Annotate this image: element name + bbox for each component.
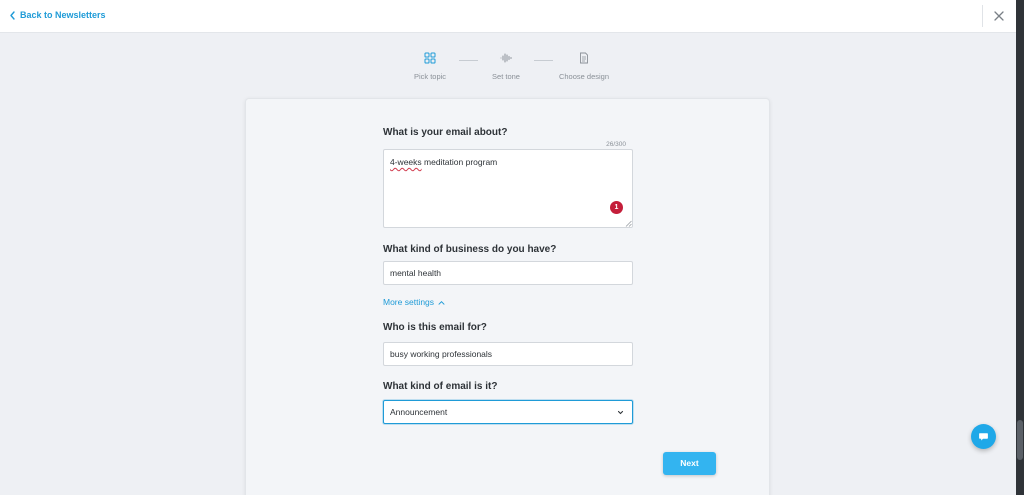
chevron-down-icon: [617, 410, 624, 415]
step-label: Choose design: [558, 72, 610, 81]
more-settings-toggle[interactable]: More settings: [383, 297, 445, 307]
audience-input[interactable]: busy working professionals: [383, 342, 633, 366]
grammar-badge[interactable]: 1: [610, 201, 623, 214]
more-settings-label: More settings: [383, 297, 435, 307]
chevron-up-icon: [438, 300, 445, 305]
business-input[interactable]: mental health: [383, 261, 633, 285]
step-choose-design[interactable]: Choose design: [544, 52, 624, 81]
step-label: Pick topic: [413, 72, 447, 81]
page-scrollbar-thumb[interactable]: [1017, 420, 1023, 460]
character-counter: 26/300: [606, 141, 626, 148]
grid-icon: [424, 52, 436, 64]
next-button[interactable]: Next: [663, 452, 716, 475]
close-button[interactable]: [992, 9, 1006, 23]
email-about-textarea[interactable]: 4-weeks meditation program: [383, 149, 633, 228]
audience-label: Who is this email for?: [383, 322, 487, 333]
email-kind-label: What kind of email is it?: [383, 381, 498, 392]
selected-option: Announcement: [390, 407, 448, 417]
misspelled-word: 4-weeks: [390, 157, 422, 167]
top-bar: Back to Newsletters: [0, 0, 1016, 33]
resize-handle-icon[interactable]: [625, 220, 632, 227]
chat-icon: [979, 433, 988, 441]
step-set-tone[interactable]: Set tone: [466, 52, 546, 81]
soundwave-icon: [500, 53, 512, 63]
email-about-label: What is your email about?: [383, 127, 508, 138]
business-label: What kind of business do you have?: [383, 244, 557, 255]
step-label: Set tone: [492, 72, 520, 81]
chevron-left-icon: [10, 10, 15, 20]
step-pick-topic[interactable]: Pick topic: [390, 52, 470, 81]
textarea-text: meditation program: [421, 157, 498, 167]
document-icon: [580, 52, 588, 64]
email-kind-select[interactable]: Announcement: [383, 400, 633, 424]
back-link-label: Back to Newsletters: [20, 10, 106, 20]
close-icon: [994, 11, 1004, 21]
chat-support-button[interactable]: [971, 424, 996, 449]
wizard-stepper: Pick topic Set tone Choose design: [0, 52, 1016, 92]
back-to-newsletters-link[interactable]: Back to Newsletters: [9, 10, 106, 20]
header-divider: [982, 5, 983, 27]
